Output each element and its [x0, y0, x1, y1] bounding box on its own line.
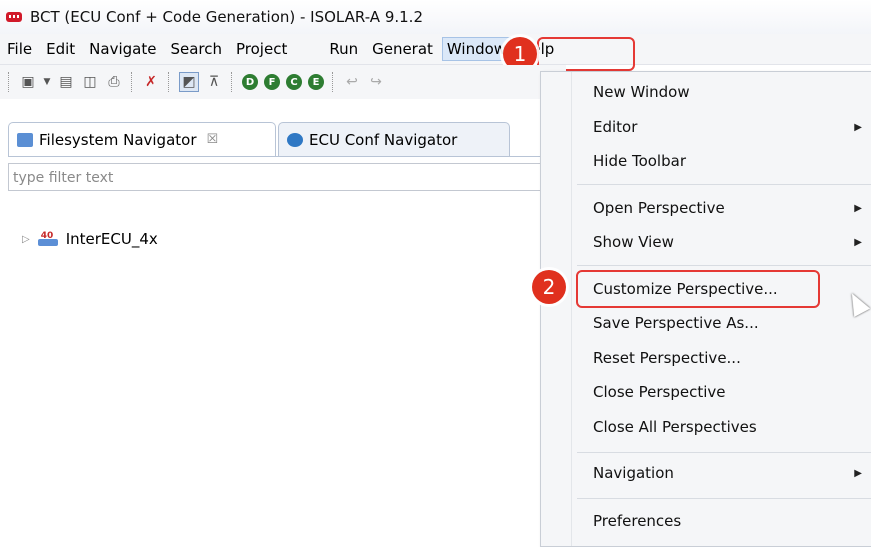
menu-item-reset-perspective[interactable]: Reset Perspective...	[541, 343, 871, 373]
submenu-arrow-icon: ▶	[854, 121, 862, 133]
step-2-badge: 2	[532, 270, 566, 304]
validate-icon[interactable]: ✗	[142, 73, 160, 91]
title-bar: BCT (ECU Conf + Code Generation) - ISOLA…	[0, 0, 871, 34]
menu-item-customize-perspective[interactable]: Customize Perspective...	[541, 274, 871, 304]
d-circle-icon[interactable]: D	[242, 74, 258, 90]
print-icon[interactable]: ⎙	[105, 73, 123, 91]
dropdown-arrow-icon[interactable]: ▼	[43, 73, 51, 91]
menu-item-editor[interactable]: Editor ▶	[541, 112, 871, 142]
menu-bar: File Edit Navigate Search Project Run Ge…	[0, 34, 871, 65]
menu-item-navigation[interactable]: Navigation ▶	[541, 458, 871, 488]
menu-search[interactable]: Search	[163, 34, 229, 64]
tab-label: Filesystem Navigator	[39, 130, 197, 149]
tab-label: ECU Conf Navigator	[309, 130, 458, 149]
folder-icon	[17, 132, 33, 147]
menu-edit[interactable]: Edit	[39, 34, 82, 64]
submenu-arrow-icon: ▶	[854, 467, 862, 479]
menu-item-new-window[interactable]: New Window	[541, 77, 871, 107]
save-all-icon[interactable]: ◫	[81, 73, 99, 91]
link-editor-icon[interactable]: ◩	[179, 72, 199, 92]
submenu-arrow-icon: ▶	[854, 202, 862, 214]
c-circle-icon[interactable]: C	[286, 74, 302, 90]
menu-separator	[577, 452, 871, 453]
menu-window[interactable]: Window	[441, 37, 512, 61]
toolbar-separator	[332, 72, 335, 92]
menu-item-hide-toolbar[interactable]: Hide Toolbar	[541, 146, 871, 176]
menu-item-open-perspective[interactable]: Open Perspective ▶	[541, 193, 871, 223]
submenu-arrow-icon: ▶	[854, 236, 862, 248]
e-circle-icon[interactable]: E	[308, 74, 324, 90]
gear-icon	[287, 132, 303, 147]
project-label: InterECU_4x	[65, 230, 158, 248]
toolbar-separator	[8, 72, 11, 92]
filter-link-icon[interactable]: ⊼	[205, 73, 223, 91]
menu-project[interactable]: Project	[229, 34, 294, 64]
menu-separator	[577, 265, 871, 266]
toolbar-separator	[131, 72, 134, 92]
menu-item-show-view[interactable]: Show View ▶	[541, 227, 871, 257]
expand-icon[interactable]: ▷	[22, 234, 30, 245]
tree-item-project[interactable]: ▷ 40 InterECU_4x	[22, 230, 158, 248]
f-circle-icon[interactable]: F	[264, 74, 280, 90]
menu-separator	[577, 498, 871, 499]
window-title: BCT (ECU Conf + Code Generation) - ISOLA…	[30, 8, 423, 26]
toolbar-separator	[231, 72, 234, 92]
filter-input[interactable]: type filter text	[8, 163, 543, 191]
project-icon: 40	[37, 231, 60, 247]
menu-run[interactable]: Run	[322, 34, 365, 64]
toolbar-separator	[168, 72, 171, 92]
menu-separator	[577, 184, 871, 185]
menu-item-close-perspective[interactable]: Close Perspective	[541, 377, 871, 407]
menu-file[interactable]: File	[0, 34, 39, 64]
menu-item-preferences[interactable]: Preferences	[541, 506, 871, 536]
tab-ecu-conf-navigator[interactable]: ECU Conf Navigator	[278, 122, 510, 156]
forward-icon[interactable]: ↪	[367, 73, 385, 91]
close-icon[interactable]: ☒	[207, 132, 219, 147]
new-icon[interactable]: ▣	[19, 73, 37, 91]
menu-item-close-all-perspectives[interactable]: Close All Perspectives	[541, 412, 871, 442]
menu-navigate[interactable]: Navigate	[82, 34, 163, 64]
view-tabs: Filesystem Navigator ☒ ECU Conf Navigato…	[8, 122, 548, 157]
tab-filesystem-navigator[interactable]: Filesystem Navigator ☒	[8, 122, 276, 156]
menu-generate[interactable]: Generat	[365, 34, 440, 64]
window-menu-dropdown: New Window Editor ▶ Hide Toolbar Open Pe…	[540, 71, 871, 547]
save-icon[interactable]: ▤	[57, 73, 75, 91]
toolbar: ▣ ▼ ▤ ◫ ⎙ ✗ ◩ ⊼ D F C E ↩ ↪	[0, 65, 566, 99]
app-logo-icon	[6, 12, 22, 22]
back-icon[interactable]: ↩	[343, 73, 361, 91]
menu-item-save-perspective-as[interactable]: Save Perspective As...	[541, 308, 871, 338]
